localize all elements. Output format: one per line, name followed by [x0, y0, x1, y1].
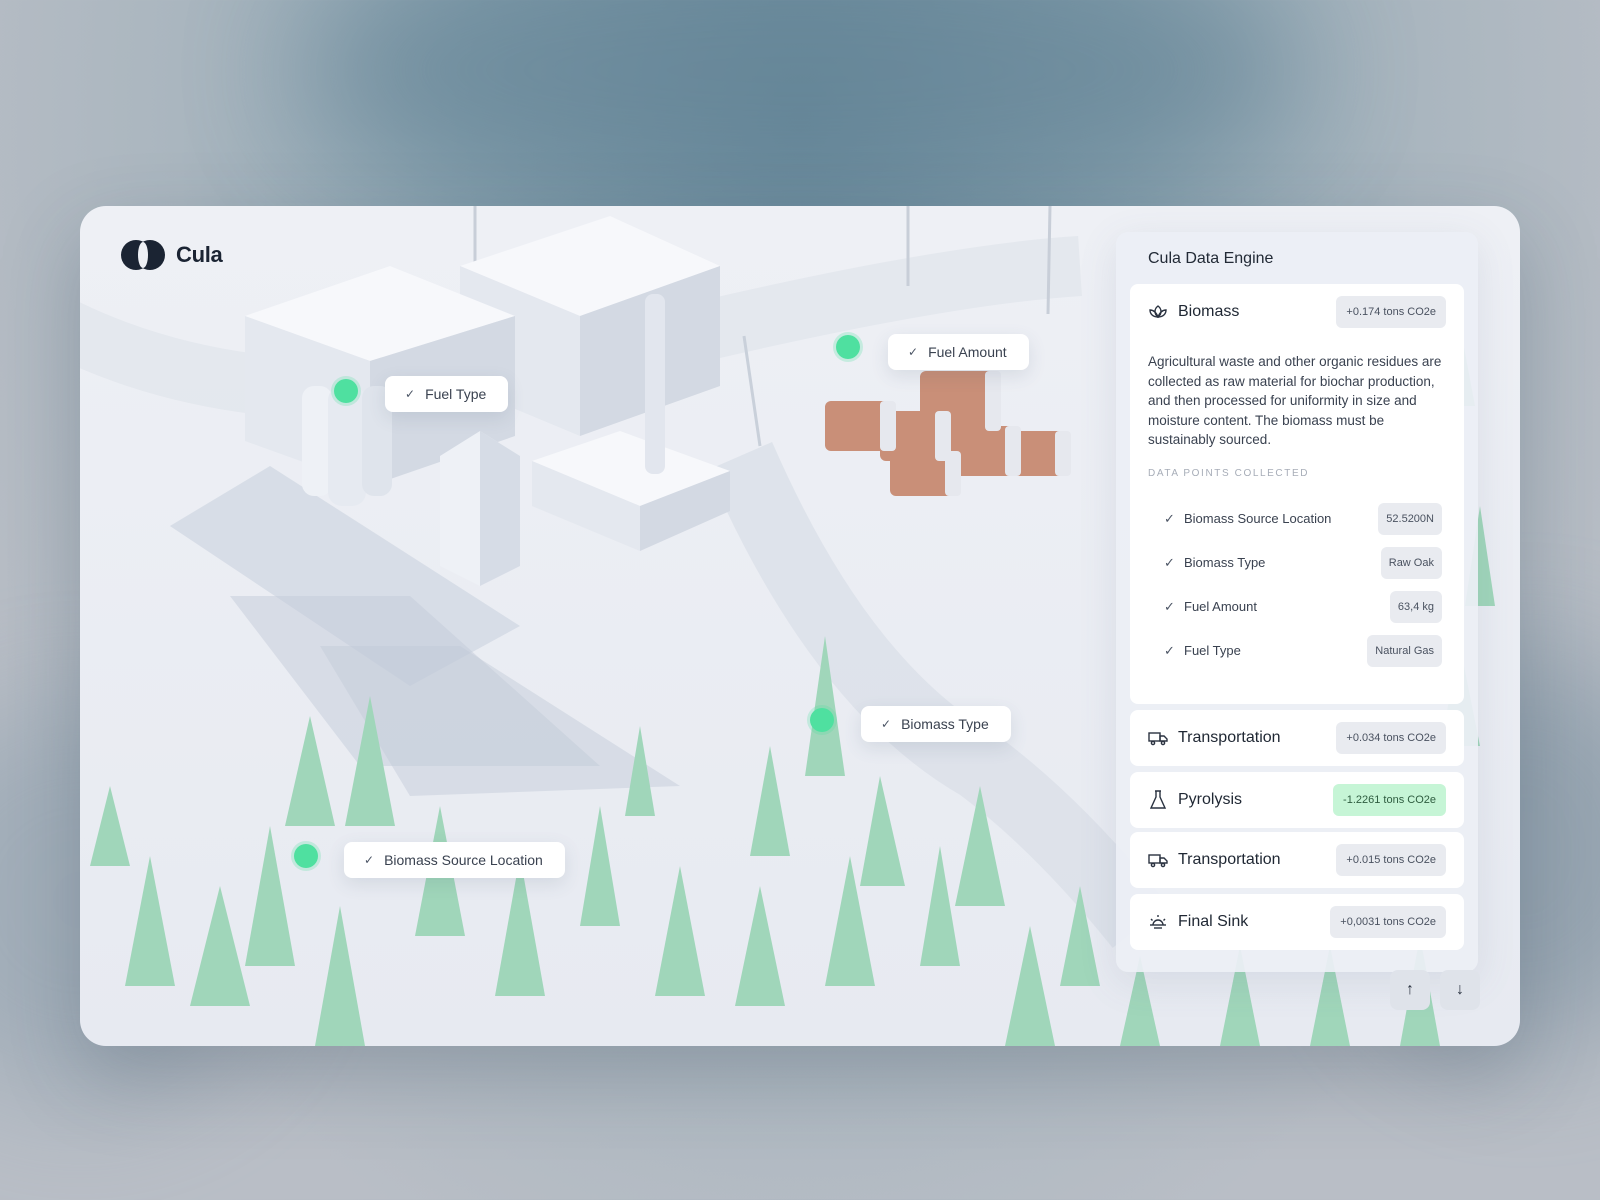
co2-badge: +0.174 tons CO2e: [1336, 296, 1446, 328]
data-point-label: Biomass Type: [1184, 555, 1266, 571]
data-engine-panel: Cula Data Engine Biomass +0.174 tons CO2…: [1116, 232, 1478, 972]
data-point-row: ✓ Fuel Type Natural Gas: [1130, 629, 1464, 673]
scroll-down-button[interactable]: ↓: [1440, 970, 1480, 1010]
data-point-value: Natural Gas: [1367, 634, 1442, 667]
data-points-title: DATA POINTS COLLECTED: [1148, 467, 1310, 479]
fuel-type-tag[interactable]: ✓ Fuel Type: [385, 376, 509, 412]
fuel-amount-marker[interactable]: [836, 335, 860, 359]
section-name: Transportation: [1178, 729, 1281, 746]
cula-logo-icon: [120, 238, 166, 272]
tag-label: Biomass Type: [901, 716, 989, 732]
section-header[interactable]: Transportation +0.015 tons CO2e: [1130, 832, 1464, 888]
data-point-row: ✓ Biomass Source Location 52.5200N: [1130, 497, 1464, 541]
panel-title: Cula Data Engine: [1148, 250, 1274, 267]
co2-badge: -1.2261 tons CO2e: [1333, 784, 1446, 816]
section-header[interactable]: Transportation +0.034 tons CO2e: [1130, 710, 1464, 766]
data-point-label: Biomass Source Location: [1184, 511, 1332, 527]
check-icon: ✓: [1164, 510, 1175, 526]
fuel-amount-tag[interactable]: ✓ Fuel Amount: [888, 334, 1029, 370]
section-header[interactable]: Biomass +0.174 tons CO2e: [1130, 284, 1464, 340]
check-icon: ✓: [1164, 642, 1175, 658]
transportation-section-2[interactable]: Transportation +0.015 tons CO2e: [1130, 832, 1464, 888]
check-icon: ✓: [1164, 598, 1175, 614]
biomass-type-tag[interactable]: ✓ Biomass Type: [861, 706, 1011, 742]
arrow-up-icon: ↑: [1406, 981, 1414, 998]
biomass-source-marker[interactable]: [294, 844, 318, 868]
check-icon: ✓: [1164, 554, 1175, 570]
truck-icon: [1148, 728, 1168, 748]
main-card: Cula ✓ Fuel Type ✓ Fuel Amount ✓ Biomass…: [80, 206, 1520, 1046]
section-name: Biomass: [1178, 303, 1240, 320]
data-point-row: ✓ Biomass Type Raw Oak: [1130, 541, 1464, 585]
check-icon: ✓: [908, 345, 919, 359]
brand-name: Cula: [176, 242, 223, 267]
section-header[interactable]: Final Sink +0,0031 tons CO2e: [1130, 894, 1464, 950]
flask-icon: [1148, 790, 1168, 810]
tag-label: Biomass Source Location: [384, 852, 543, 868]
section-header[interactable]: Pyrolysis -1.2261 tons CO2e: [1130, 772, 1464, 828]
co2-badge: +0.015 tons CO2e: [1336, 844, 1446, 876]
data-points-list: ✓ Biomass Source Location 52.5200N ✓ Bio…: [1130, 497, 1464, 673]
biomass-source-tag[interactable]: ✓ Biomass Source Location: [344, 842, 565, 878]
check-icon: ✓: [405, 387, 416, 401]
fuel-type-marker[interactable]: [334, 379, 358, 403]
check-icon: ✓: [881, 717, 892, 731]
co2-badge: +0.034 tons CO2e: [1336, 722, 1446, 754]
pyrolysis-section[interactable]: Pyrolysis -1.2261 tons CO2e: [1130, 772, 1464, 828]
brand-logo[interactable]: Cula: [120, 238, 223, 272]
biomass-type-marker[interactable]: [810, 708, 834, 732]
scroll-up-button[interactable]: ↑: [1390, 970, 1430, 1010]
tag-label: Fuel Type: [425, 386, 487, 402]
lotus-icon: [1148, 302, 1168, 322]
tag-label: Fuel Amount: [928, 344, 1007, 360]
check-icon: ✓: [364, 853, 375, 867]
section-name: Final Sink: [1178, 913, 1249, 930]
data-point-label: Fuel Amount: [1184, 599, 1257, 615]
section-name: Pyrolysis: [1178, 791, 1243, 808]
biomass-description: Agricultural waste and other organic res…: [1148, 354, 1442, 448]
data-point-label: Fuel Type: [1184, 643, 1241, 659]
transportation-section[interactable]: Transportation +0.034 tons CO2e: [1130, 710, 1464, 766]
data-point-value: 63,4 kg: [1389, 590, 1442, 623]
co2-badge: +0,0031 tons CO2e: [1330, 906, 1446, 938]
biomass-section[interactable]: Biomass +0.174 tons CO2e Agricultural wa…: [1130, 284, 1464, 704]
section-name: Transportation: [1178, 851, 1281, 868]
data-point-value: 52.5200N: [1378, 502, 1442, 535]
truck-icon: [1148, 850, 1168, 870]
data-point-row: ✓ Fuel Amount 63,4 kg: [1130, 585, 1464, 629]
arrow-down-icon: ↓: [1456, 981, 1464, 998]
data-point-value: Raw Oak: [1380, 546, 1442, 579]
sunrise-icon: [1148, 912, 1168, 932]
final-sink-section[interactable]: Final Sink +0,0031 tons CO2e: [1130, 894, 1464, 950]
